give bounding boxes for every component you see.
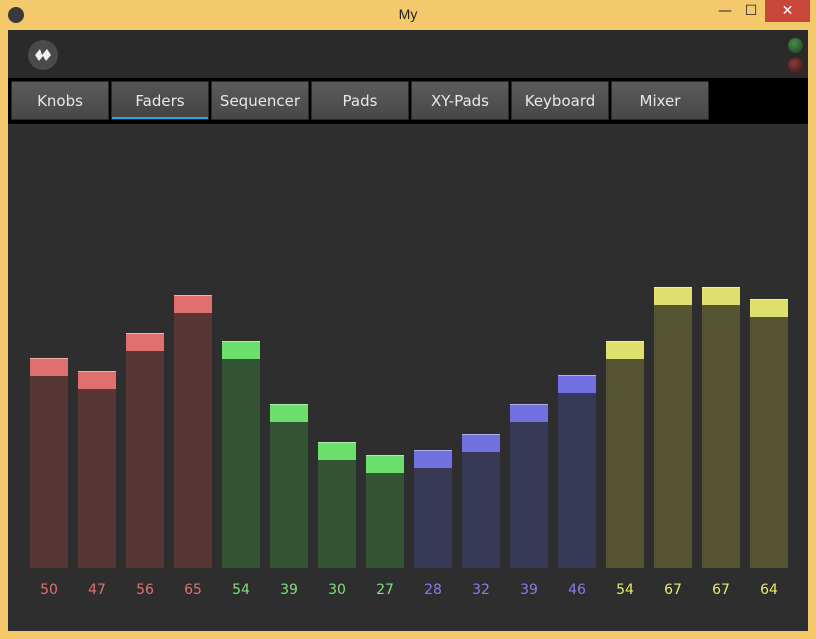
fader-fill xyxy=(318,460,356,568)
fader-value-label: 39 xyxy=(520,582,538,598)
fader-1[interactable] xyxy=(30,358,68,568)
fader-handle[interactable] xyxy=(750,299,788,318)
fader-16[interactable] xyxy=(750,299,788,568)
app-window: My — ☐ ✕ Knobs Faders Sequencer Pads XY-Pads… xyxy=(0,0,816,639)
fader-handle[interactable] xyxy=(462,433,500,452)
fader-15[interactable] xyxy=(702,286,740,568)
fader-value-label: 32 xyxy=(472,582,490,598)
faders-panel: 50 47 56 65 54 39 30 27 28 32 39 46 54 67 67 64 xyxy=(8,124,808,631)
status-led-green xyxy=(788,38,803,53)
fader-fill xyxy=(222,359,260,568)
fader-handle[interactable] xyxy=(222,341,260,360)
fader-fill xyxy=(414,468,452,568)
maximize-button[interactable]: ☐ xyxy=(734,0,768,22)
tab-pads[interactable]: Pads xyxy=(311,81,409,120)
fader-7[interactable] xyxy=(318,442,356,568)
fader-3[interactable] xyxy=(126,332,164,568)
fader-handle[interactable] xyxy=(30,358,68,376)
fader-value-label: 28 xyxy=(424,582,442,598)
fader-handle[interactable] xyxy=(78,370,116,389)
fader-value-label: 67 xyxy=(664,582,682,598)
kivy-logo-icon[interactable] xyxy=(28,40,58,70)
fader-handle[interactable] xyxy=(414,450,452,469)
fader-handle[interactable] xyxy=(270,404,308,423)
fader-fill xyxy=(78,388,116,568)
fader-value-label: 65 xyxy=(184,582,202,598)
fader-value-label: 54 xyxy=(232,582,250,598)
fader-handle[interactable] xyxy=(126,332,164,351)
fader-handle[interactable] xyxy=(558,374,596,393)
fader-value-label: 50 xyxy=(40,582,58,598)
fader-handle[interactable] xyxy=(654,286,692,305)
tab-faders[interactable]: Faders xyxy=(111,81,209,120)
fader-handle[interactable] xyxy=(702,286,740,305)
fader-value-label: 64 xyxy=(760,582,778,598)
tab-label: Knobs xyxy=(37,91,83,110)
fader-fill xyxy=(366,472,404,568)
fader-6[interactable] xyxy=(270,404,308,568)
fader-8[interactable] xyxy=(366,454,404,568)
fader-fill xyxy=(126,350,164,568)
fader-value-label: 47 xyxy=(88,582,106,598)
fader-value-label: 67 xyxy=(712,582,730,598)
fader-fill xyxy=(174,313,212,568)
tab-label: Faders xyxy=(135,91,185,110)
fader-10[interactable] xyxy=(462,433,500,568)
fader-fill xyxy=(462,451,500,568)
fader-handle[interactable] xyxy=(174,295,212,313)
tab-xy-pads[interactable]: XY-Pads xyxy=(411,81,509,120)
status-led-red xyxy=(788,58,803,73)
fader-value-label: 54 xyxy=(616,582,634,598)
fader-fill xyxy=(702,304,740,568)
tab-label: XY-Pads xyxy=(431,91,489,110)
app-client-area: Knobs Faders Sequencer Pads XY-Pads Keyboard M… xyxy=(8,30,808,631)
fader-handle[interactable] xyxy=(510,404,548,423)
fader-11[interactable] xyxy=(510,404,548,568)
title-bar[interactable]: My — ☐ ✕ xyxy=(0,0,816,30)
tab-knobs[interactable]: Knobs xyxy=(11,81,109,120)
tab-sequencer[interactable]: Sequencer xyxy=(211,81,309,120)
fader-2[interactable] xyxy=(78,370,116,568)
fader-value-label: 27 xyxy=(376,582,394,598)
fader-fill xyxy=(30,376,68,568)
fader-9[interactable] xyxy=(414,450,452,568)
fader-fill xyxy=(606,359,644,568)
close-button[interactable]: ✕ xyxy=(765,0,810,22)
fader-12[interactable] xyxy=(558,374,596,568)
tab-mixer[interactable]: Mixer xyxy=(611,81,709,120)
fader-value-label: 46 xyxy=(568,582,586,598)
fader-handle[interactable] xyxy=(318,442,356,460)
fader-14[interactable] xyxy=(654,286,692,568)
tab-keyboard[interactable]: Keyboard xyxy=(511,81,609,120)
fader-handle[interactable] xyxy=(366,454,404,473)
tab-label: Sequencer xyxy=(219,91,301,110)
fader-4[interactable] xyxy=(174,295,212,568)
window-title: My xyxy=(398,6,418,22)
fader-handle[interactable] xyxy=(606,341,644,360)
fader-value-label: 39 xyxy=(280,582,298,598)
action-bar xyxy=(8,30,808,78)
active-tab-indicator xyxy=(112,117,208,119)
tab-label: Pads xyxy=(342,91,378,110)
fader-13[interactable] xyxy=(606,341,644,568)
fader-value-label: 30 xyxy=(328,582,346,598)
fader-fill xyxy=(510,422,548,568)
tab-strip: Knobs Faders Sequencer Pads XY-Pads Keyboard M… xyxy=(8,78,808,124)
fader-fill xyxy=(654,304,692,568)
tab-label: Mixer xyxy=(639,91,681,110)
fader-value-label: 56 xyxy=(136,582,154,598)
tab-label: Keyboard xyxy=(524,91,596,110)
fader-fill xyxy=(558,392,596,568)
fader-5[interactable] xyxy=(222,341,260,568)
fader-fill xyxy=(750,317,788,568)
fader-fill xyxy=(270,422,308,568)
